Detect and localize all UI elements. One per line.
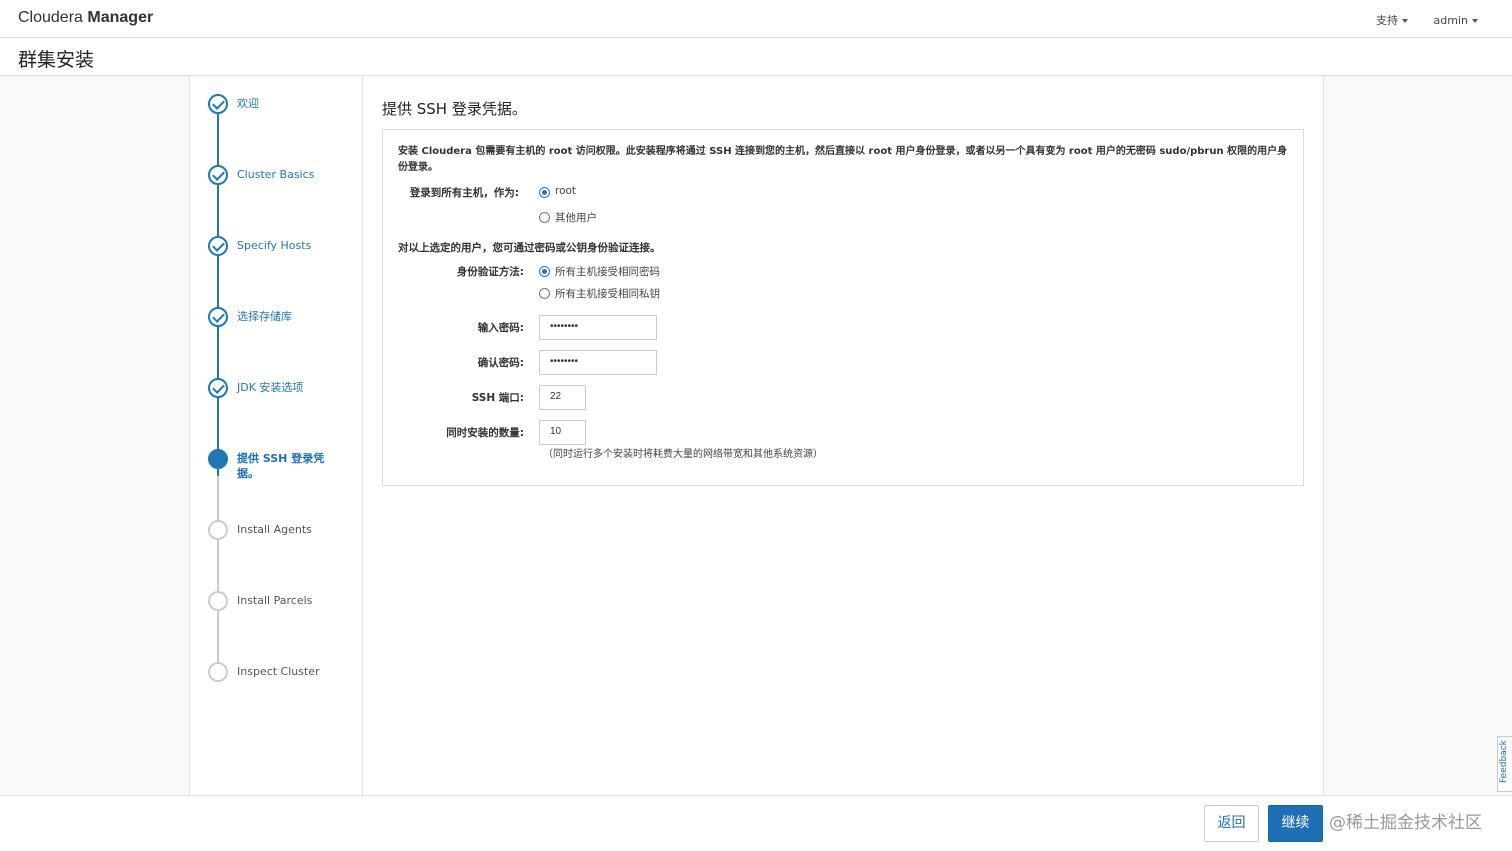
step-label: Inspect Cluster (237, 665, 320, 678)
brand-name-strong: Manager (87, 9, 154, 26)
login-root-label[interactable]: root (555, 185, 576, 197)
wizard-content: 提供 SSH 登录凭据。 安装 Cloudera 包需要有主机的 root 访问… (363, 76, 1323, 795)
section-title: 提供 SSH 登录凭据。 (382, 100, 527, 118)
auth-password-radio[interactable] (539, 266, 550, 277)
credentials-panel: 安装 Cloudera 包需要有主机的 root 访问权限。此安装程序将通过 S… (382, 129, 1304, 486)
concurrent-installs-input[interactable]: 10 (539, 420, 586, 445)
pending-circle-icon (208, 591, 228, 611)
ssh-port-label: SSH 端口: (471, 392, 524, 404)
page-title: 群集安装 (18, 49, 95, 71)
support-menu[interactable]: 支持 (1376, 14, 1409, 27)
wizard-steps: 欢迎 Cluster Basics Specify Hosts 选择存储库 JD… (190, 76, 363, 795)
ssh-port-input[interactable]: 22 (539, 385, 586, 410)
step-label: 提供 SSH 登录凭据。 (237, 452, 325, 480)
check-circle-icon (208, 378, 228, 398)
login-root-radio[interactable] (539, 187, 550, 198)
support-menu-label: 支持 (1376, 14, 1399, 27)
brand-logo[interactable]: Cloudera Manager (18, 9, 153, 27)
step-label: 欢迎 (237, 97, 259, 110)
brand-name-light: Cloudera (18, 9, 83, 26)
active-step-icon (208, 449, 228, 469)
user-menu[interactable]: admin (1434, 14, 1478, 27)
step-connector-line-pending (217, 476, 219, 676)
login-other-user-radio[interactable] (539, 212, 550, 223)
continue-button[interactable]: 继续 (1268, 805, 1323, 842)
wizard-footer: 返回 继续 @稀土掘金技术社区 (0, 795, 1512, 851)
step-label: Install Agents (237, 523, 312, 536)
auth-password-label[interactable]: 所有主机接受相同密码 (555, 264, 660, 279)
step-label: Cluster Basics (237, 168, 315, 181)
auth-method-label: 身份验证方法: (456, 266, 524, 278)
feedback-label: Feedback (1499, 740, 1509, 783)
user-menu-label: admin (1433, 14, 1468, 27)
check-circle-icon (208, 236, 228, 256)
page-title-bar: 群集安装 (0, 38, 1512, 76)
chevron-down-icon (1402, 19, 1409, 23)
top-nav-menu: 支持 admin (1354, 12, 1478, 28)
check-circle-icon (208, 165, 228, 185)
login-as-label: 登录到所有主机，作为: (409, 187, 519, 199)
feedback-tab[interactable]: Feedback (1497, 736, 1512, 792)
watermark: @稀土掘金技术社区 (1329, 813, 1482, 833)
intro-text: 安装 Cloudera 包需要有主机的 root 访问权限。此安装程序将通过 S… (398, 146, 1288, 173)
auth-private-key-radio[interactable] (539, 288, 550, 299)
login-other-user-label[interactable]: 其他用户 (555, 210, 597, 225)
step-label: 选择存储库 (237, 310, 292, 323)
right-gutter (1323, 76, 1512, 795)
pending-circle-icon (208, 662, 228, 682)
step-label: Specify Hosts (237, 239, 312, 252)
step-label: Install Parcels (237, 594, 313, 607)
main-area: 欢迎 Cluster Basics Specify Hosts 选择存储库 JD… (0, 76, 1512, 795)
back-button[interactable]: 返回 (1204, 805, 1259, 842)
confirm-password-label: 确认密码: (477, 357, 524, 369)
step-label: JDK 安装选项 (237, 381, 304, 394)
password-label: 输入密码: (477, 322, 524, 334)
password-input[interactable]: •••••••• (539, 315, 657, 340)
pending-circle-icon (208, 520, 228, 540)
chevron-down-icon (1472, 19, 1478, 23)
auth-private-key-label[interactable]: 所有主机接受相同私钥 (555, 286, 660, 301)
check-circle-icon (208, 94, 228, 114)
confirm-password-input[interactable]: •••••••• (539, 350, 657, 375)
concurrent-installs-label: 同时安装的数量: (446, 427, 524, 439)
check-circle-icon (208, 307, 228, 327)
auth-note: 对以上选定的用户，您可通过密码或公钥身份验证连接。 (398, 242, 661, 254)
concurrent-installs-hint: （同时运行多个安装时将耗费大量的网络带宽和其他系统资源） (543, 449, 823, 460)
left-gutter (0, 76, 190, 795)
top-navbar: Cloudera Manager 支持 admin (0, 0, 1512, 38)
